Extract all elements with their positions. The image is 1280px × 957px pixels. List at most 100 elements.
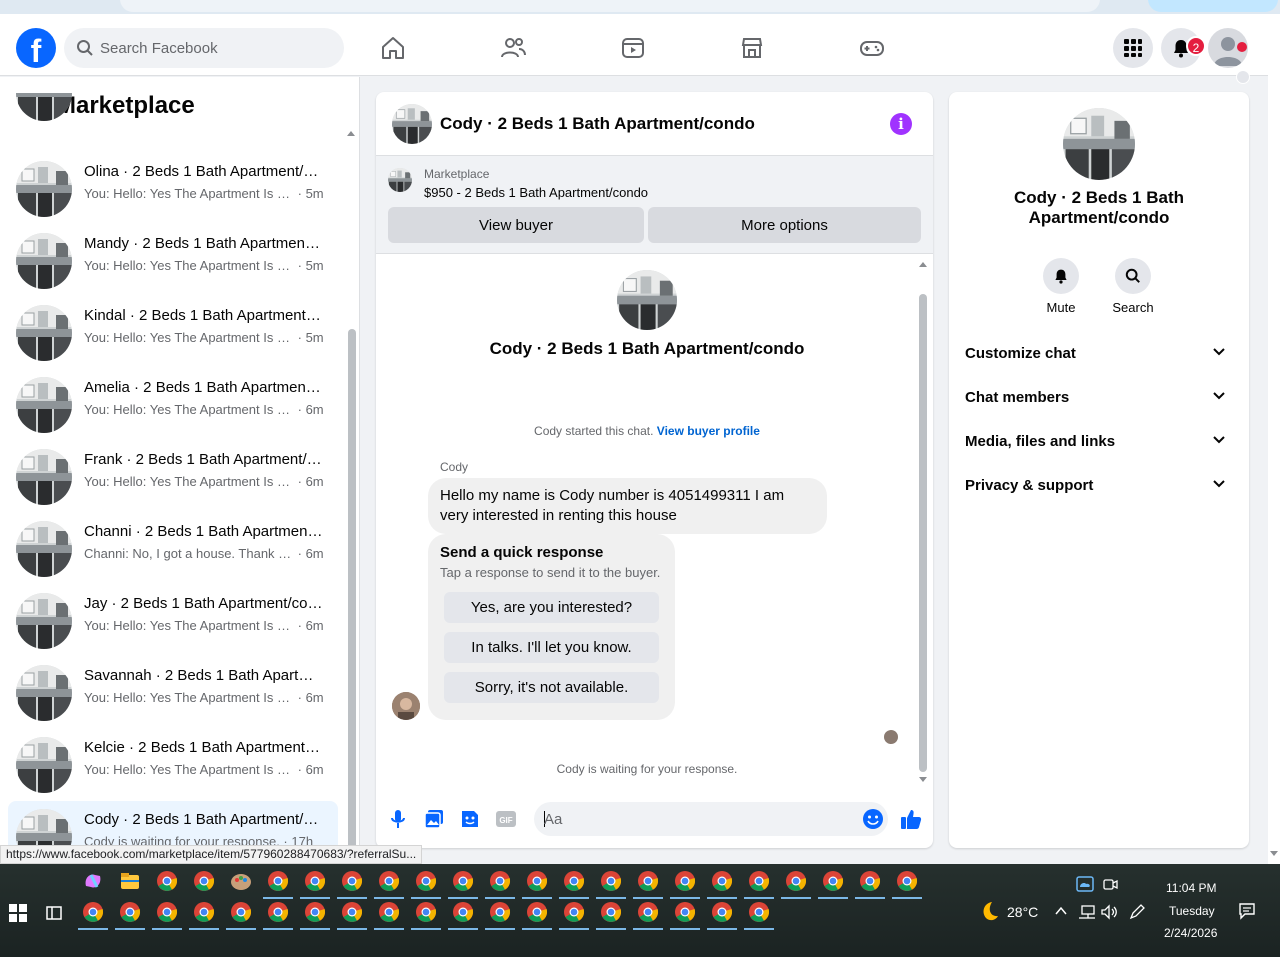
privacy-support-section[interactable]: Privacy & support	[957, 466, 1241, 506]
chrome-icon[interactable]	[711, 870, 733, 892]
conversation-item-savannah[interactable]: Savannah · 2 Beds 1 Bath Apartment/condo…	[8, 657, 338, 725]
scroll-up-icon[interactable]	[346, 129, 356, 137]
weather-temperature[interactable]: 28°C	[1007, 904, 1038, 920]
conversation-item-frank[interactable]: Frank · 2 Beds 1 Bath Apartment/condo Yo…	[8, 441, 338, 509]
conversation-item-mandy[interactable]: Mandy · 2 Beds 1 Bath Apartment/condo Yo…	[8, 225, 338, 293]
pen-icon[interactable]	[1128, 904, 1146, 920]
gaming-icon[interactable]	[858, 34, 886, 62]
chrome-icon[interactable]	[341, 870, 363, 892]
scroll-up-icon[interactable]	[918, 260, 928, 268]
chrome-icon[interactable]	[304, 901, 326, 923]
clock-date[interactable]: 2/24/2026	[1164, 926, 1217, 940]
chrome-icon[interactable]	[748, 870, 770, 892]
moon-weather-icon[interactable]	[974, 898, 1000, 924]
chrome-icon[interactable]	[637, 870, 659, 892]
chrome-icon[interactable]	[267, 901, 289, 923]
meet-now-icon[interactable]	[1102, 876, 1118, 892]
friends-icon[interactable]	[499, 34, 527, 62]
sender-avatar[interactable]	[392, 692, 420, 720]
chrome-icon[interactable]	[156, 901, 178, 923]
chrome-icon[interactable]	[526, 870, 548, 892]
volume-icon[interactable]	[1101, 904, 1119, 920]
chrome-icon[interactable]	[378, 901, 400, 923]
conversation-item-kelcie[interactable]: Kelcie · 2 Beds 1 Bath Apartment/condo Y…	[8, 729, 338, 797]
paint-icon[interactable]	[230, 870, 252, 892]
listing-price[interactable]: $950 - 2 Beds 1 Bath Apartment/condo	[424, 185, 648, 200]
chrome-icon[interactable]	[822, 870, 844, 892]
chrome-icon[interactable]	[785, 870, 807, 892]
facebook-logo[interactable]: f	[16, 28, 56, 68]
chrome-icon[interactable]	[415, 901, 437, 923]
chrome-icon[interactable]	[674, 901, 696, 923]
listing-thumbnail[interactable]	[388, 168, 412, 192]
message-bubble[interactable]: Hello my name is Cody number is 40514993…	[428, 478, 827, 534]
chrome-icon[interactable]	[230, 901, 252, 923]
scroll-down-icon[interactable]	[918, 776, 928, 784]
chrome-icon[interactable]	[859, 870, 881, 892]
chrome-icon[interactable]	[489, 901, 511, 923]
chrome-icon[interactable]	[600, 870, 622, 892]
chrome-icon[interactable]	[711, 901, 733, 923]
chevron-down-icon[interactable]	[1236, 70, 1250, 84]
sidebar-scroll-thumb[interactable]	[348, 329, 356, 845]
gif-icon[interactable]: GIF	[495, 808, 517, 830]
media-files-section[interactable]: Media, files and links	[957, 422, 1241, 462]
quick-reply-button[interactable]: Yes, are you interested?	[444, 592, 659, 623]
home-icon[interactable]	[379, 34, 407, 62]
copilot-icon[interactable]	[82, 870, 104, 892]
chrome-icon[interactable]	[156, 870, 178, 892]
sticker-icon[interactable]	[459, 808, 481, 830]
conversation-item-amelia[interactable]: Amelia · 2 Beds 1 Bath Apartment/condo Y…	[8, 369, 338, 437]
network-icon[interactable]	[1078, 904, 1096, 920]
chrome-icon[interactable]	[637, 901, 659, 923]
like-thumb-icon[interactable]	[899, 807, 923, 831]
emoji-icon[interactable]	[862, 808, 884, 830]
search-action[interactable]: Search	[1103, 258, 1163, 315]
address-bar[interactable]	[120, 0, 1100, 12]
chat-title[interactable]: Cody · 2 Beds 1 Bath Apartment/condo	[440, 114, 755, 134]
chrome-icon[interactable]	[415, 870, 437, 892]
conversation-item-channi[interactable]: Channi · 2 Beds 1 Bath Apartment/condo C…	[8, 513, 338, 581]
chrome-icon[interactable]	[896, 870, 918, 892]
chrome-icon[interactable]	[193, 901, 215, 923]
view-buyer-button[interactable]: View buyer	[388, 207, 644, 243]
chrome-icon[interactable]	[452, 901, 474, 923]
info-icon[interactable]: i	[890, 113, 912, 135]
file-explorer-icon[interactable]	[119, 870, 141, 892]
conversation-item-cody[interactable]: Cody · 2 Beds 1 Bath Apartment/condo Cod…	[8, 801, 338, 845]
chevron-up-icon[interactable]	[1055, 906, 1067, 916]
chat-scroll-thumb[interactable]	[919, 294, 927, 772]
chrome-icon[interactable]	[563, 870, 585, 892]
clock-day[interactable]: Tuesday	[1169, 904, 1215, 918]
chrome-icon[interactable]	[119, 901, 141, 923]
chrome-icon[interactable]	[563, 901, 585, 923]
menu-button[interactable]	[1113, 28, 1153, 68]
chat-scrollbar[interactable]	[918, 256, 928, 784]
chrome-icon[interactable]	[267, 870, 289, 892]
customize-chat-section[interactable]: Customize chat	[957, 334, 1241, 374]
chat-thumbnail[interactable]	[392, 104, 432, 144]
chrome-icon[interactable]	[748, 901, 770, 923]
chrome-icon[interactable]	[489, 870, 511, 892]
conversation-item-jay[interactable]: Jay · 2 Beds 1 Bath Apartment/condo You:…	[8, 585, 338, 653]
windows-start-icon[interactable]	[9, 904, 27, 922]
chrome-icon[interactable]	[600, 901, 622, 923]
view-buyer-profile-link[interactable]: View buyer profile	[657, 424, 760, 438]
message-input-box[interactable]	[534, 802, 888, 836]
conversation-item-olina[interactable]: Olina · 2 Beds 1 Bath Apartment/condo Yo…	[8, 153, 338, 221]
message-input[interactable]	[544, 802, 844, 836]
mute-action[interactable]: Mute	[1031, 258, 1091, 315]
onedrive-icon[interactable]	[1076, 876, 1094, 892]
chrome-icon[interactable]	[82, 901, 104, 923]
photo-icon[interactable]	[423, 808, 445, 830]
scroll-down-icon[interactable]	[1268, 850, 1280, 858]
microphone-icon[interactable]	[387, 808, 409, 830]
notification-center-icon[interactable]	[1238, 902, 1256, 920]
more-options-button[interactable]: More options	[648, 207, 921, 243]
task-view-icon[interactable]	[45, 904, 63, 922]
page-scrollbar[interactable]	[1268, 14, 1280, 864]
chrome-icon[interactable]	[304, 870, 326, 892]
sidebar-scrollbar[interactable]	[346, 125, 356, 845]
chrome-icon[interactable]	[341, 901, 363, 923]
clock-time[interactable]: 11:04 PM	[1166, 881, 1216, 895]
